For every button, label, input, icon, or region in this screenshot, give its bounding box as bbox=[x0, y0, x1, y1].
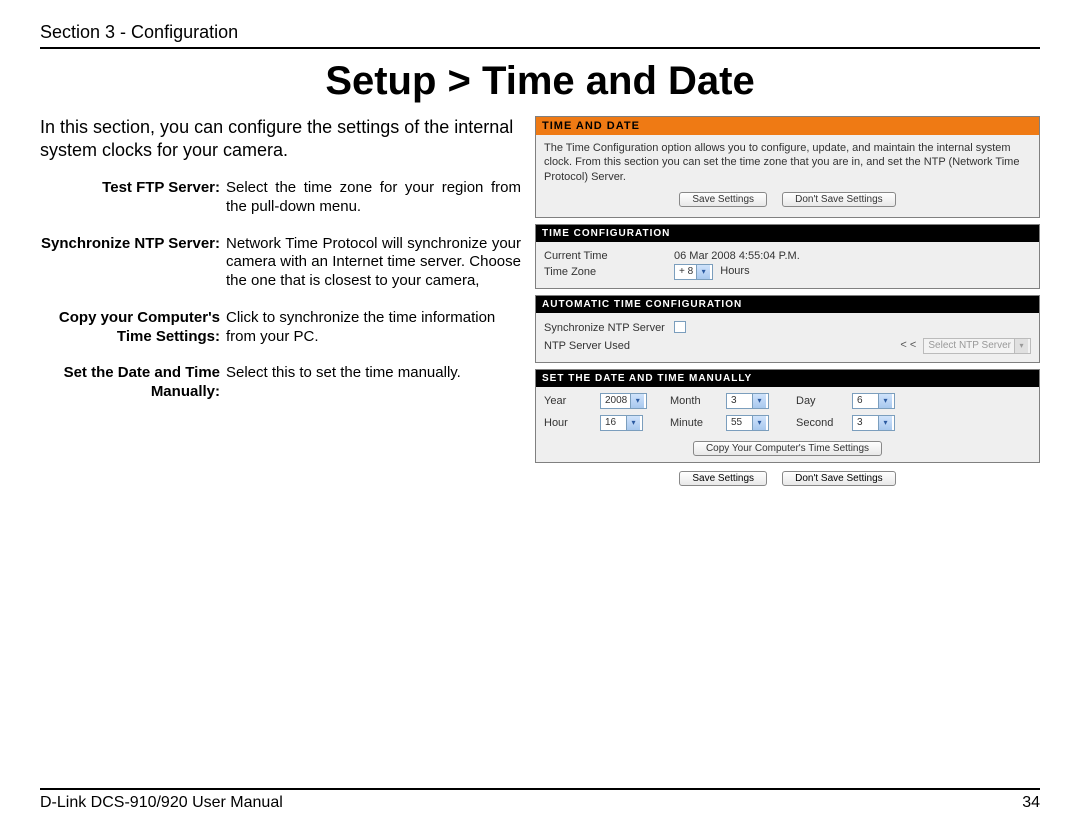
day-label: Day bbox=[796, 395, 852, 407]
def-value: Select the time zone for your region fro… bbox=[226, 179, 521, 217]
copy-computer-time-button[interactable]: Copy Your Computer's Time Settings bbox=[693, 441, 882, 456]
chevron-down-icon: ▾ bbox=[1014, 339, 1028, 353]
ntp-arrows: < < bbox=[900, 339, 916, 351]
footer-manual-name: D-Link DCS-910/920 User Manual bbox=[40, 794, 283, 812]
time-zone-label: Time Zone bbox=[544, 266, 674, 278]
dont-save-settings-button[interactable]: Don't Save Settings bbox=[782, 192, 896, 207]
ntp-server-placeholder: Select NTP Server bbox=[928, 340, 1011, 351]
chevron-down-icon: ▾ bbox=[630, 394, 644, 408]
hour-select[interactable]: 16▾ bbox=[600, 415, 643, 431]
chevron-down-icon: ▾ bbox=[878, 394, 892, 408]
month-select[interactable]: 3▾ bbox=[726, 393, 769, 409]
def-value: Network Time Protocol will synchronize y… bbox=[226, 235, 521, 291]
panel-description: The Time Configuration option allows you… bbox=[544, 141, 1031, 184]
page-title: Setup > Time and Date bbox=[40, 59, 1040, 104]
panel-header-auto-time-config: AUTOMATIC TIME CONFIGURATION bbox=[536, 296, 1039, 313]
ntp-server-select[interactable]: Select NTP Server ▾ bbox=[923, 338, 1031, 354]
minute-select[interactable]: 55▾ bbox=[726, 415, 769, 431]
second-select[interactable]: 3▾ bbox=[852, 415, 895, 431]
def-label: Test FTP Server: bbox=[40, 179, 220, 217]
sync-ntp-label: Synchronize NTP Server bbox=[544, 322, 674, 334]
month-label: Month bbox=[670, 395, 726, 407]
save-settings-button[interactable]: Save Settings bbox=[679, 471, 767, 486]
section-header: Section 3 - Configuration bbox=[40, 22, 1040, 43]
panel-header-manual-datetime: SET THE DATE AND TIME MANUALLY bbox=[536, 370, 1039, 387]
def-value: Select this to set the time manually. bbox=[226, 364, 521, 402]
current-time-value: 06 Mar 2008 4:55:04 P.M. bbox=[674, 250, 800, 262]
chevron-down-icon: ▾ bbox=[878, 416, 892, 430]
time-zone-value: + 8 bbox=[679, 266, 693, 277]
panel-header-time-configuration: TIME CONFIGURATION bbox=[536, 225, 1039, 242]
second-value: 3 bbox=[857, 417, 875, 428]
footer-rule bbox=[40, 788, 1040, 790]
sync-ntp-checkbox[interactable] bbox=[674, 321, 686, 333]
panel-time-configuration: TIME CONFIGURATION Current Time 06 Mar 2… bbox=[535, 224, 1040, 289]
day-value: 6 bbox=[857, 395, 875, 406]
header-rule bbox=[40, 47, 1040, 49]
minute-label: Minute bbox=[670, 417, 726, 429]
def-value: Click to synchronize the time informatio… bbox=[226, 309, 521, 347]
minute-value: 55 bbox=[731, 417, 749, 428]
save-settings-button[interactable]: Save Settings bbox=[679, 192, 767, 207]
day-select[interactable]: 6▾ bbox=[852, 393, 895, 409]
panel-time-and-date: TIME AND DATE The Time Configuration opt… bbox=[535, 116, 1040, 218]
footer-page-number: 34 bbox=[1022, 794, 1040, 812]
hours-label: Hours bbox=[720, 265, 749, 277]
chevron-down-icon: ▾ bbox=[696, 265, 710, 279]
def-label: Synchronize NTP Server: bbox=[40, 235, 220, 291]
chevron-down-icon: ▾ bbox=[752, 416, 766, 430]
dont-save-settings-button[interactable]: Don't Save Settings bbox=[782, 471, 896, 486]
second-label: Second bbox=[796, 417, 852, 429]
current-time-label: Current Time bbox=[544, 250, 674, 262]
chevron-down-icon: ▾ bbox=[626, 416, 640, 430]
time-zone-select[interactable]: + 8 ▾ bbox=[674, 264, 713, 280]
panel-manual-datetime: SET THE DATE AND TIME MANUALLY Year 2008… bbox=[535, 369, 1040, 463]
hour-label: Hour bbox=[544, 417, 600, 429]
month-value: 3 bbox=[731, 395, 749, 406]
year-value: 2008 bbox=[605, 395, 627, 406]
def-label: Set the Date and Time Manually: bbox=[40, 364, 220, 402]
intro-text: In this section, you can configure the s… bbox=[40, 116, 521, 161]
panel-auto-time-config: AUTOMATIC TIME CONFIGURATION Synchronize… bbox=[535, 295, 1040, 363]
year-label: Year bbox=[544, 395, 600, 407]
def-label: Copy your Computer's Time Settings: bbox=[40, 309, 220, 347]
hour-value: 16 bbox=[605, 417, 623, 428]
chevron-down-icon: ▾ bbox=[752, 394, 766, 408]
panel-header-time-and-date: TIME AND DATE bbox=[536, 117, 1039, 135]
definition-list: Test FTP Server: Select the time zone fo… bbox=[40, 179, 521, 402]
ntp-server-used-label: NTP Server Used bbox=[544, 340, 674, 352]
year-select[interactable]: 2008▾ bbox=[600, 393, 647, 409]
